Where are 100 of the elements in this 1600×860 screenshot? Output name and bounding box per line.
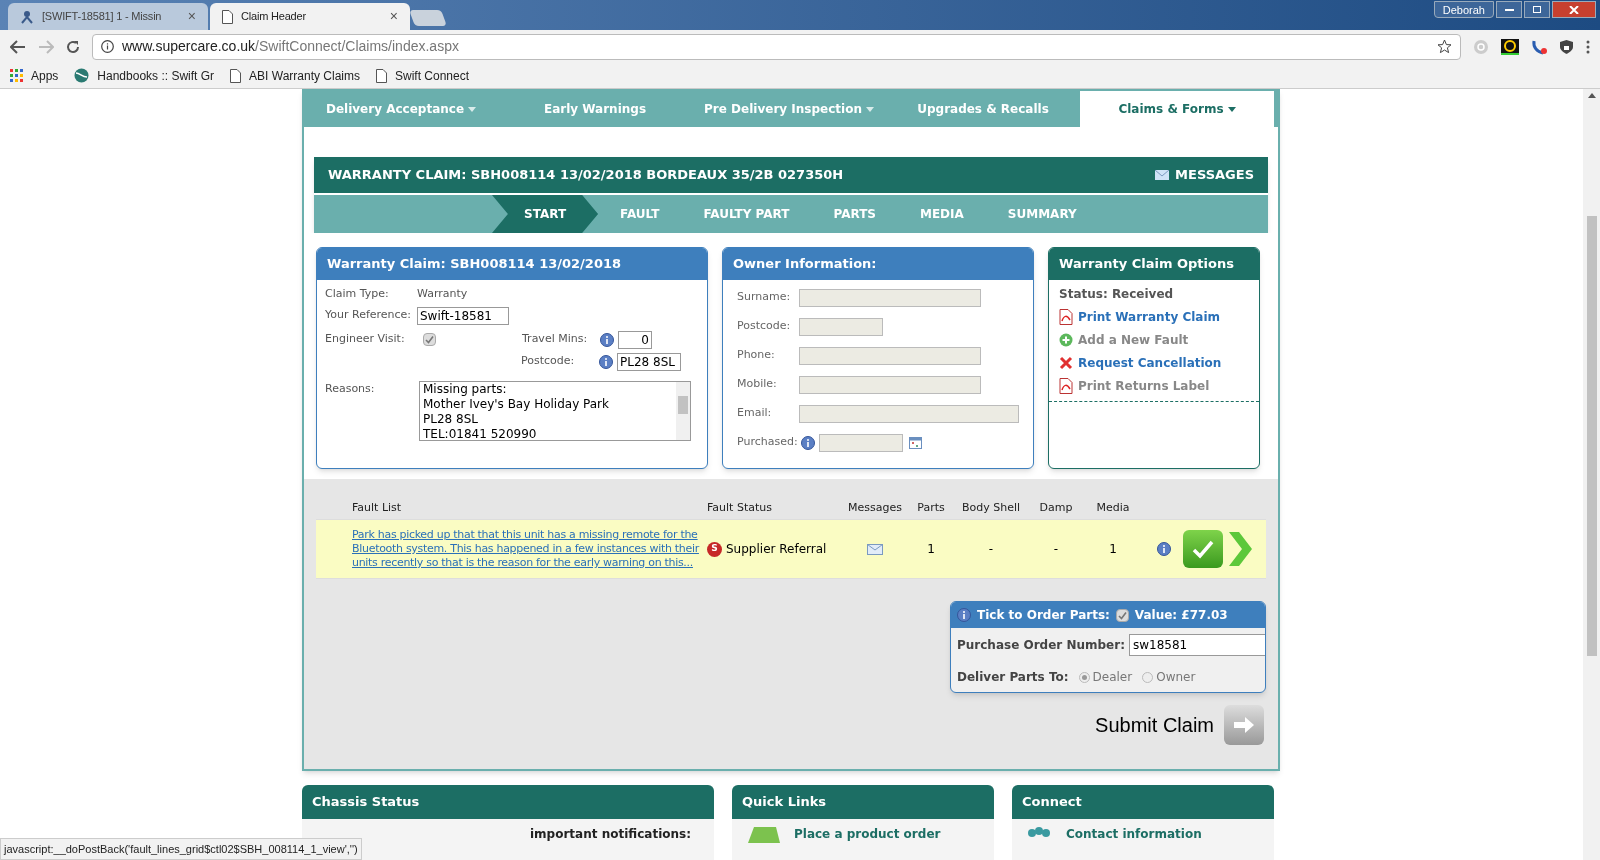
field-label: Your Reference:: [325, 307, 413, 324]
page-icon: [222, 9, 233, 24]
envelope-icon: [1155, 170, 1170, 180]
option-link[interactable]: Print Warranty Claim: [1078, 308, 1221, 326]
text-input[interactable]: [798, 404, 1019, 423]
radio-button[interactable]: [1142, 671, 1154, 683]
chevron-right-icon[interactable]: [1227, 530, 1253, 568]
star-icon[interactable]: [1437, 39, 1452, 54]
field-label: Claim Type:: [325, 286, 390, 302]
field-label: Mobile:: [737, 376, 778, 393]
field-label: Surname:: [737, 289, 792, 306]
travel-mins-input[interactable]: 0: [618, 330, 652, 349]
table-cell-text: -: [987, 541, 995, 558]
checkmark-icon: [1192, 539, 1214, 559]
page-icon: [376, 68, 387, 83]
panel-title: Chassis Status: [312, 793, 420, 812]
info-icon: [600, 332, 614, 347]
reasons-textarea[interactable]: Missing parts: Mother Ivey's Bay Holiday Park PL28 8SL TEL:01841 520990: [419, 380, 691, 441]
panel-title: Warranty Claim Options: [1059, 255, 1234, 274]
tab-title: Claim Header: [241, 9, 307, 25]
page-scrollbar[interactable]: [1583, 89, 1600, 860]
reason-line: TEL:01841 520990: [423, 426, 538, 440]
nav-tab[interactable]: Claims & Forms: [1080, 91, 1274, 127]
value-text: Value: £77.03: [1134, 607, 1228, 624]
checkbox[interactable]: [1115, 608, 1129, 622]
close-icon[interactable]: ×: [187, 6, 196, 27]
info-icon: [599, 354, 613, 369]
close-window-button[interactable]: [1552, 1, 1596, 18]
bookmark-link[interactable]: Handbooks :: Swift Gr: [97, 66, 215, 85]
status-bar: javascript:__doPostBack('fault_lines_grid$ctl02$SBH_008114_1_view',''): [0, 838, 362, 860]
column-header: Messages: [847, 499, 903, 516]
browser-tab[interactable]: Claim Header ×: [210, 3, 410, 30]
checkbox[interactable]: [423, 333, 436, 346]
text-input[interactable]: [799, 346, 981, 365]
scroll-up-icon[interactable]: [1587, 93, 1596, 98]
panel-link[interactable]: Contact information: [1066, 825, 1202, 843]
minimize-button[interactable]: [1496, 1, 1522, 18]
fault-status: Supplier Referral: [726, 541, 827, 558]
calendar-icon[interactable]: [909, 436, 922, 449]
step-tab[interactable]: START: [492, 195, 599, 233]
forward-icon[interactable]: [38, 39, 54, 54]
reason-line: PL28 8SL: [423, 411, 479, 427]
column-header: Fault Status: [707, 499, 773, 516]
restore-button[interactable]: [1524, 1, 1550, 18]
envelope-icon[interactable]: [867, 543, 883, 555]
postcode-input[interactable]: PL28 8SL: [617, 352, 681, 371]
submit-button[interactable]: [1224, 705, 1264, 745]
column-header: Body Shell: [960, 499, 1022, 516]
panel-link[interactable]: important notifications:: [530, 825, 691, 843]
panel-title: Connect: [1022, 793, 1082, 812]
reload-icon[interactable]: [66, 39, 80, 54]
text-input[interactable]: [799, 288, 981, 307]
field-label: Deliver Parts To:: [957, 669, 1069, 686]
reference-input[interactable]: Swift-18581: [417, 306, 509, 325]
table-cell-text: -: [1052, 541, 1060, 558]
text-input[interactable]: [799, 375, 981, 394]
text-input[interactable]: [799, 317, 883, 336]
address-bar[interactable]: www.supercare.co.uk/SwiftConnect/Claims/index.aspx: [92, 33, 1461, 60]
info-icon: [1157, 542, 1171, 556]
radio-label: Dealer: [1092, 669, 1133, 686]
claim-title: WARRANTY CLAIM: SBH008114 13/02/2018 BORDEAUX 35/2B 027350H: [328, 166, 845, 185]
profile-button[interactable]: Deborah: [1433, 1, 1494, 18]
fault-link[interactable]: Park has picked up that that this unit has a missing remote for the Bluetooth system. This has happened in a few instances with their units recently so that is the reason for the early warning on this...: [352, 528, 699, 570]
browser-tab[interactable]: [SWIFT-18581] 1 - Missin ×: [8, 3, 208, 30]
text-input[interactable]: [819, 433, 903, 452]
field-label: Postcode:: [521, 353, 576, 370]
close-icon: [1569, 5, 1579, 14]
field-label: Email:: [737, 405, 773, 422]
field-value: Warranty: [417, 286, 468, 302]
approve-button[interactable]: [1183, 530, 1223, 568]
status-text: Status: Received: [1059, 286, 1175, 303]
column-header: Media: [1095, 499, 1131, 516]
bookmark-link[interactable]: ABI Warranty Claims: [249, 66, 360, 85]
table-cell-text: 1: [926, 541, 936, 558]
field-label: Travel Mins:: [522, 331, 589, 348]
bug-icon: [20, 9, 34, 24]
shield-icon[interactable]: [1559, 38, 1574, 55]
new-tab-button[interactable]: [409, 10, 447, 26]
bookmark-link[interactable]: Swift Connect: [395, 66, 470, 85]
panel-title: Warranty Claim: SBH008114 13/02/2018: [327, 255, 622, 274]
panel-title: Quick Links: [742, 793, 827, 812]
menu-icon[interactable]: [1586, 39, 1590, 54]
messages-link[interactable]: MESSAGES: [1155, 165, 1254, 185]
radio-button[interactable]: [1078, 671, 1090, 683]
table-cell-text: 1: [1108, 541, 1118, 558]
close-icon[interactable]: ×: [389, 6, 398, 27]
bookmark-link[interactable]: Apps: [31, 66, 59, 85]
panel-title: Owner Information:: [733, 255, 877, 274]
panel-title: Tick to Order Parts:: [977, 607, 1110, 624]
submit-label: Submit Claim: [1095, 713, 1214, 738]
info-icon: [101, 40, 114, 53]
scrollbar[interactable]: [676, 381, 690, 440]
column-header: Parts: [916, 499, 946, 516]
back-icon[interactable]: [10, 39, 26, 54]
po-number-input[interactable]: sw18581: [1128, 634, 1265, 656]
option-link[interactable]: Request Cancellation: [1078, 354, 1222, 372]
apps-grid-icon: [10, 69, 23, 82]
phone-icon[interactable]: [1531, 38, 1547, 55]
panel-link[interactable]: Place a product order: [794, 825, 941, 843]
tab-title: [SWIFT-18581] 1 - Missin: [42, 9, 163, 25]
